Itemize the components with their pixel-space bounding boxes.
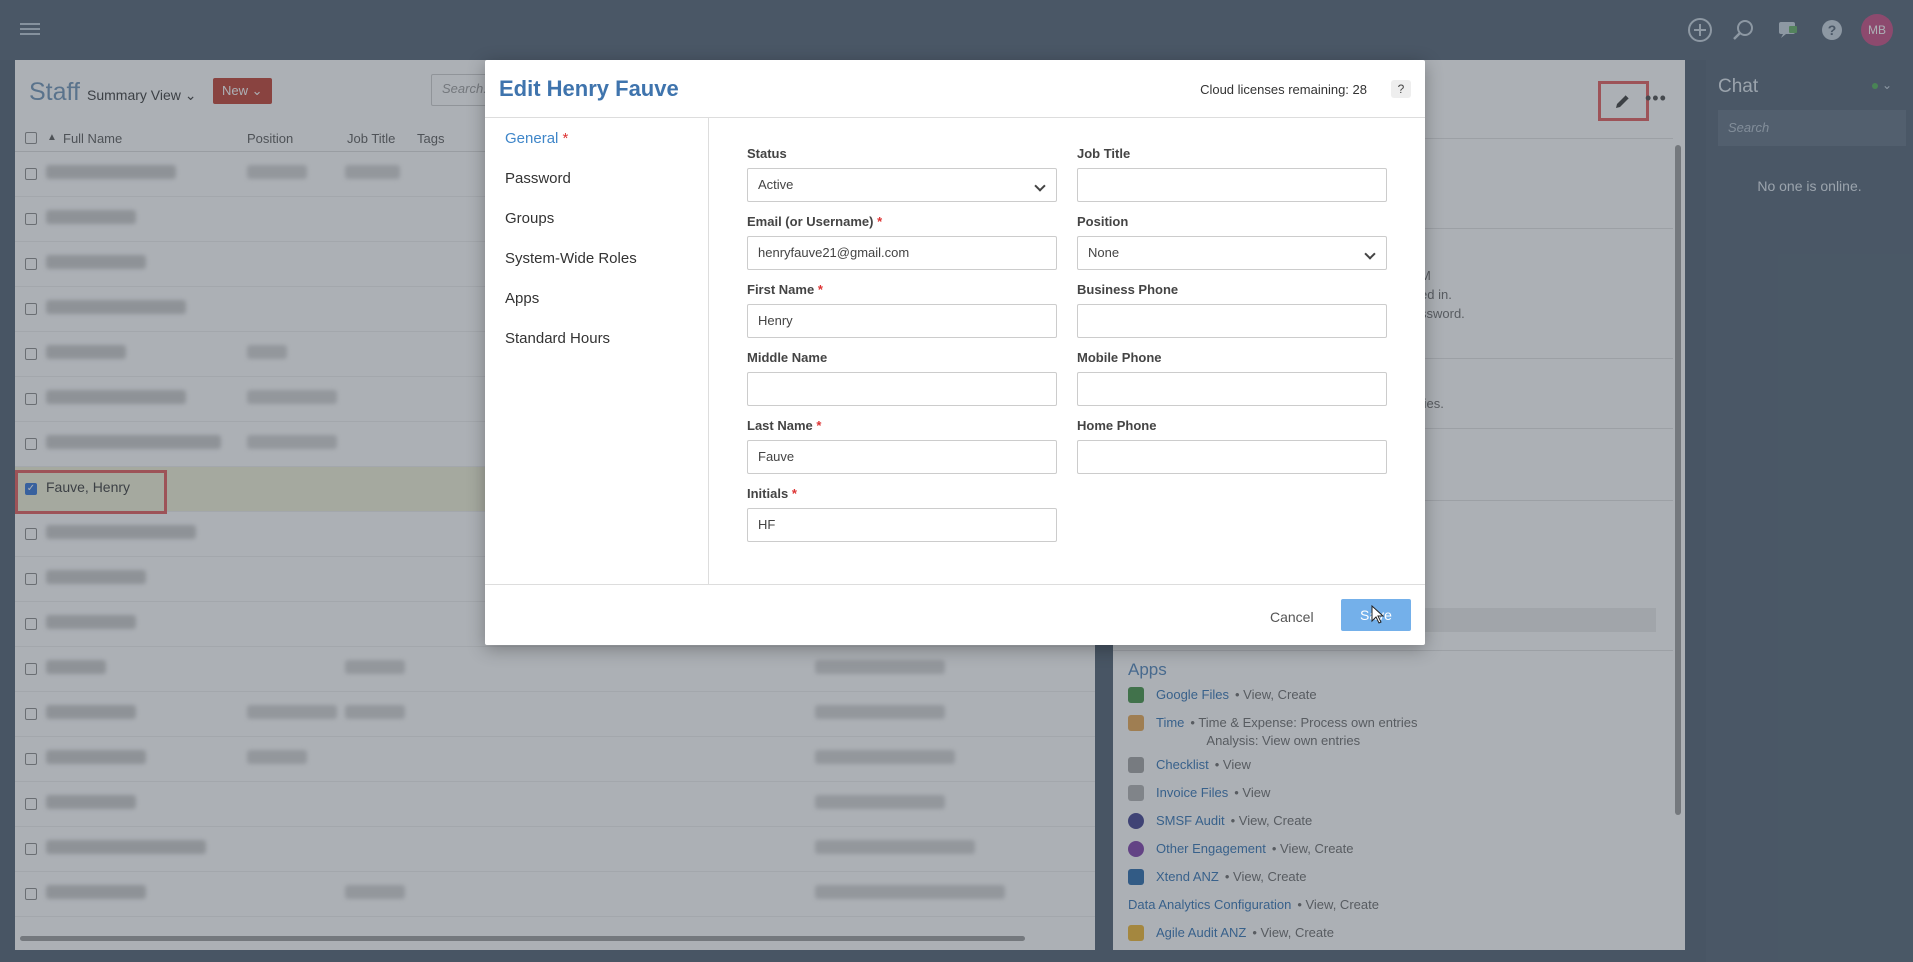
business-phone-input[interactable]: [1077, 304, 1387, 338]
business-phone-field: Business Phone: [1077, 282, 1387, 338]
first-name-field: First Name * Henry: [747, 282, 1057, 338]
mobile-phone-field: Mobile Phone: [1077, 350, 1387, 406]
mobile-phone-input[interactable]: [1077, 372, 1387, 406]
dialog-footer: Cancel Save: [485, 584, 1425, 645]
status-select[interactable]: Active: [747, 168, 1057, 202]
email-input[interactable]: henryfauve21@gmail.com: [747, 236, 1057, 270]
home-phone-input[interactable]: [1077, 440, 1387, 474]
home-phone-field: Home Phone: [1077, 418, 1387, 474]
dialog-nav: General * Password Groups System-Wide Ro…: [485, 118, 709, 585]
last-name-field: Last Name * Fauve: [747, 418, 1057, 474]
cancel-button[interactable]: Cancel: [1270, 609, 1314, 625]
nav-apps[interactable]: Apps: [505, 290, 539, 307]
position-select[interactable]: None: [1077, 236, 1387, 270]
middle-name-input[interactable]: [747, 372, 1057, 406]
dialog-body: Status Active Email (or Username) * henr…: [709, 118, 1425, 585]
nav-groups[interactable]: Groups: [505, 210, 554, 227]
dialog-title: Edit Henry Fauve: [499, 76, 679, 101]
job-title-input[interactable]: [1077, 168, 1387, 202]
dialog-header: Edit Henry Fauve Cloud licenses remainin…: [485, 60, 1425, 118]
last-name-input[interactable]: Fauve: [747, 440, 1057, 474]
nav-system-wide-roles[interactable]: System-Wide Roles: [505, 250, 637, 267]
first-name-input[interactable]: Henry: [747, 304, 1057, 338]
edit-staff-dialog: Edit Henry Fauve Cloud licenses remainin…: [485, 60, 1425, 645]
mouse-cursor-icon: [1371, 605, 1385, 624]
initials-input[interactable]: HF: [747, 508, 1057, 542]
licenses-remaining: Cloud licenses remaining: 28: [1200, 82, 1367, 97]
middle-name-field: Middle Name: [747, 350, 1057, 406]
nav-general[interactable]: General *: [505, 130, 568, 147]
status-field: Status Active: [747, 146, 1057, 202]
initials-field: Initials * HF: [747, 486, 1057, 542]
job-title-field: Job Title: [1077, 146, 1387, 202]
email-field: Email (or Username) * henryfauve21@gmail…: [747, 214, 1057, 270]
position-field: Position None: [1077, 214, 1387, 270]
nav-password[interactable]: Password: [505, 170, 571, 187]
help-icon[interactable]: ?: [1391, 80, 1411, 98]
nav-standard-hours[interactable]: Standard Hours: [505, 330, 610, 347]
